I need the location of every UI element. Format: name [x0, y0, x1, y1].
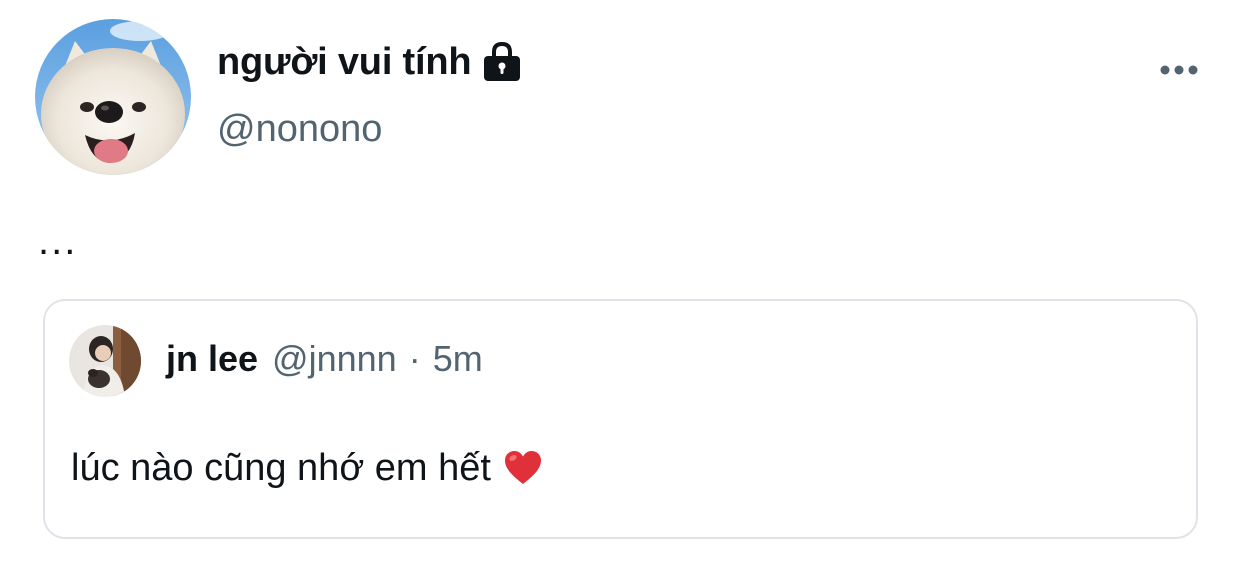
quoted-author-name[interactable]: jn lee: [166, 337, 258, 381]
lock-icon: [481, 41, 523, 83]
person-avatar-image: [69, 325, 141, 397]
quoted-author-handle[interactable]: @jnnnn: [272, 337, 397, 381]
quoted-tweet-text: lúc nào cũng nhớ em hết: [71, 447, 491, 489]
separator-dot: ·: [408, 338, 421, 379]
quoted-tweet-time[interactable]: 5m: [433, 337, 483, 381]
tweet-text: ...: [38, 219, 78, 263]
quoted-tweet-text-row: lúc nào cũng nhớ em hết: [71, 445, 543, 491]
author-display-name[interactable]: người vui tính: [217, 38, 472, 86]
more-options-button[interactable]: [1154, 52, 1204, 88]
author-avatar[interactable]: [35, 19, 191, 175]
quoted-tweet-card[interactable]: jn lee @jnnnn · 5m lúc nào cũng nhớ em h…: [43, 299, 1198, 539]
red-heart-icon: [503, 448, 543, 488]
more-options-icon: [1160, 65, 1198, 75]
author-handle[interactable]: @nonono: [217, 106, 382, 152]
samoyed-avatar-image: [35, 19, 191, 175]
quoted-tweet-header: jn lee @jnnnn · 5m: [166, 337, 483, 381]
author-display-name-row[interactable]: người vui tính: [217, 38, 523, 86]
quoted-author-avatar[interactable]: [69, 325, 141, 397]
